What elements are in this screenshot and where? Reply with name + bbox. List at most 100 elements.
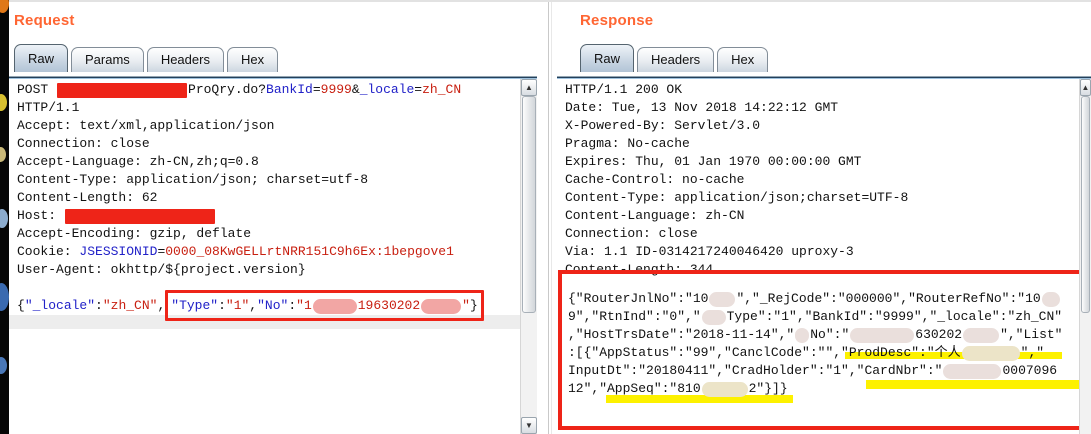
code-line: Content-Type: application/json;charset=U…	[565, 189, 1080, 207]
code-token: Connection: close	[17, 136, 150, 151]
code-token: Accept-Language: zh-CN,zh;q=0.8	[17, 154, 259, 169]
response-editor[interactable]: HTTP/1.1 200 OKDate: Tue, 13 Nov 2018 14…	[557, 76, 1091, 434]
response-scrollbar[interactable]: ▲	[1079, 79, 1091, 434]
code-token: 0000_08KwGELLrtNRR151C9h6Ex:1bepgove1	[165, 244, 454, 259]
annotation-box: {"RouterJnlNo":"10 ","_RejCode":"000000",…	[558, 270, 1088, 430]
code-token: :	[95, 298, 103, 313]
code-token: 630202	[915, 327, 962, 342]
code-token: 9999	[321, 82, 352, 97]
code-token: Content-Type: application/json;charset=U…	[565, 190, 908, 205]
tab-hex[interactable]: Hex	[227, 47, 278, 72]
scroll-up-icon[interactable]: ▲	[521, 79, 537, 96]
code-line: Content-Language: zh-CN	[565, 207, 1080, 225]
code-token: =	[414, 82, 422, 97]
code-token: {"RouterJnlNo":"10	[568, 291, 708, 306]
code-token: zh_CN	[422, 82, 461, 97]
panel-divider	[551, 0, 552, 434]
code-line: 12","AppSeq":"810 2"}]}	[568, 380, 1084, 398]
code-token: Via: 1.1 ID-0314217240046420 uproxy-3	[565, 244, 854, 259]
desktop-icon-fragment	[0, 209, 8, 228]
code-token: Pragma: No-cache	[565, 136, 690, 151]
redaction-blob	[709, 292, 735, 307]
redaction-blob	[962, 346, 1020, 361]
code-line: Cookie: JSESSIONID=0000_08KwGELLrtNRR151…	[17, 243, 521, 261]
code-line: Cache-Control: no-cache	[565, 171, 1080, 189]
code-token: Content-Language: zh-CN	[565, 208, 744, 223]
code-token: 2"}]}	[749, 381, 788, 396]
code-token: :	[218, 298, 226, 313]
tab-raw[interactable]: Raw	[14, 44, 68, 72]
code-line: User-Agent: okhttp/${project.version}	[17, 261, 521, 279]
code-line: Connection: close	[17, 135, 521, 153]
code-token: "Type"	[171, 298, 218, 313]
code-token: InputDt":"20180411","CradHolder":"1","Ca…	[568, 363, 942, 378]
scroll-down-icon[interactable]: ▼	[521, 417, 537, 434]
code-token: ,	[157, 298, 165, 313]
scrollbar-thumb[interactable]	[1081, 96, 1090, 313]
code-token: Accept: text/xml,application/json	[17, 118, 274, 133]
code-token: ","	[1021, 345, 1044, 360]
code-token: Cache-Control: no-cache	[565, 172, 744, 187]
tab-headers[interactable]: Headers	[637, 47, 714, 72]
code-token: Content-Length: 62	[17, 190, 157, 205]
code-token: ","List"	[1000, 327, 1062, 342]
request-editor[interactable]: POST ProQry.do?BankId=9999&_locale=zh_CN…	[9, 76, 537, 434]
code-token: Accept-Encoding: gzip, deflate	[17, 226, 251, 241]
code-token: POST	[17, 82, 56, 97]
code-token: {	[17, 298, 25, 313]
code-line: Host:	[17, 207, 521, 225]
code-token: User-Agent: okhttp/${project.version}	[17, 262, 306, 277]
code-token: Cookie:	[17, 244, 79, 259]
request-raw-text[interactable]: POST ProQry.do?BankId=9999&_locale=zh_CN…	[9, 79, 521, 434]
code-token: :[{"AppStatus":"99","CanclCode":"","Prod…	[568, 345, 961, 360]
redaction-blob	[421, 299, 461, 314]
request-scrollbar[interactable]: ▲ ▼	[520, 79, 537, 434]
code-token: &	[352, 82, 360, 97]
code-line: Content-Length: 62	[17, 189, 521, 207]
code-token: }	[470, 298, 478, 313]
code-token: BankId	[266, 82, 313, 97]
code-line: Accept: text/xml,application/json	[17, 117, 521, 135]
code-token: JSESSIONID	[79, 244, 157, 259]
code-line: Connection: close	[565, 225, 1080, 243]
tab-raw[interactable]: Raw	[580, 44, 634, 72]
annotation-box-inline: "Type":"1","No":"119630202"}	[165, 290, 484, 321]
redaction-blob	[1042, 292, 1060, 307]
code-token: HTTP/1.1 200 OK	[565, 82, 682, 97]
code-token: Expires: Thu, 01 Jan 1970 00:00:00 GMT	[565, 154, 861, 169]
code-token: _locale	[360, 82, 415, 97]
panel-divider	[548, 0, 549, 434]
code-token: "1"	[226, 298, 249, 313]
code-token: Host:	[17, 208, 64, 223]
tab-hex[interactable]: Hex	[717, 47, 768, 72]
scroll-up-icon[interactable]: ▲	[1080, 79, 1091, 96]
desktop-edge	[0, 0, 9, 434]
code-token: ,	[249, 298, 257, 313]
redaction-blob	[702, 310, 726, 325]
code-token: 9","RtnInd":"0","	[568, 309, 701, 324]
tab-headers[interactable]: Headers	[147, 47, 224, 72]
code-token: 12","AppSeq":"810	[568, 381, 701, 396]
desktop-icon-fragment	[0, 0, 9, 13]
redaction-blob	[943, 364, 1001, 379]
code-token: ","_RejCode":"000000","RouterRefNo":"10	[736, 291, 1040, 306]
code-line: Pragma: No-cache	[565, 135, 1080, 153]
tab-params[interactable]: Params	[71, 47, 144, 72]
code-line: POST ProQry.do?BankId=9999&_locale=zh_CN	[17, 81, 521, 99]
code-line: HTTP/1.1	[17, 99, 521, 117]
desktop-icon-fragment	[0, 147, 6, 162]
code-token: HTTP/1.1	[17, 100, 79, 115]
request-tab-bar: RawParamsHeadersHex	[14, 44, 281, 72]
code-line: Content-Type: application/json; charset=…	[17, 171, 521, 189]
code-line: Expires: Thu, 01 Jan 1970 00:00:00 GMT	[565, 153, 1080, 171]
code-token: Type":"1","BankId":"9999","_locale":"zh_…	[727, 309, 1062, 324]
code-line: X-Powered-By: Servlet/3.0	[565, 117, 1080, 135]
code-token: 19630202	[358, 298, 420, 313]
code-token: "1	[296, 298, 312, 313]
code-token: Content-Type: application/json; charset=…	[17, 172, 368, 187]
code-line: {"RouterJnlNo":"10 ","_RejCode":"000000",…	[568, 290, 1084, 308]
scrollbar-thumb[interactable]	[522, 96, 536, 313]
response-panel-title: Response	[580, 12, 653, 29]
code-line: 9","RtnInd":"0"," Type":"1","BankId":"999…	[568, 308, 1084, 326]
redaction-blob	[850, 328, 914, 343]
